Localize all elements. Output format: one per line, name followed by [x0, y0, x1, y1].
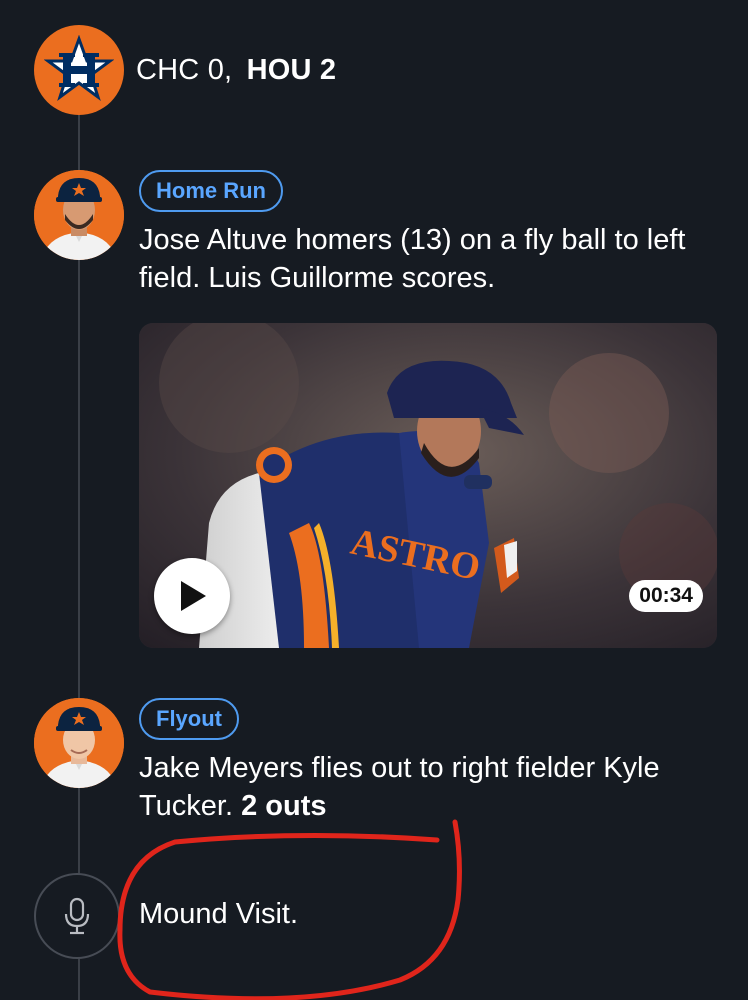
- astros-logo-icon: [34, 25, 124, 115]
- player-avatar-altuve: [34, 170, 124, 260]
- home-score: 2: [319, 53, 337, 86]
- play-description: Jose Altuve homers (13) on a fly ball to…: [139, 224, 686, 294]
- away-team: CHC: [136, 53, 200, 86]
- video-duration: 00:34: [629, 580, 703, 612]
- score-line: CHC 0, HOU 2: [136, 54, 336, 87]
- play-description-text: Jake Meyers flies out to right fielder K…: [139, 752, 660, 822]
- play-type-badge[interactable]: Flyout: [139, 698, 239, 740]
- player-avatar-meyers: [34, 698, 124, 788]
- play-description: Jake Meyers flies out to right fielder K…: [139, 749, 724, 825]
- play-item-home-run: Home Run Jose Altuve homers (13) on a fl…: [34, 170, 724, 660]
- event-icon-circle: [34, 873, 120, 959]
- play-icon: [181, 581, 206, 611]
- play-type-badge[interactable]: Home Run: [139, 170, 283, 212]
- outs-count: 2 outs: [241, 790, 327, 822]
- highlight-video[interactable]: ASTRO 00:34: [139, 323, 717, 648]
- play-item-flyout: Flyout Jake Meyers flies out to right fi…: [34, 698, 724, 838]
- play-content: Flyout Jake Meyers flies out to right fi…: [139, 698, 724, 825]
- microphone-icon: [64, 897, 90, 935]
- video-play-button[interactable]: [154, 558, 230, 634]
- away-score: 0,: [207, 53, 233, 86]
- play-content: Home Run Jose Altuve homers (13) on a fl…: [139, 170, 724, 297]
- home-team: HOU: [246, 53, 312, 86]
- event-text: Mound Visit.: [139, 898, 299, 930]
- score-header: CHC 0, HOU 2: [34, 25, 336, 115]
